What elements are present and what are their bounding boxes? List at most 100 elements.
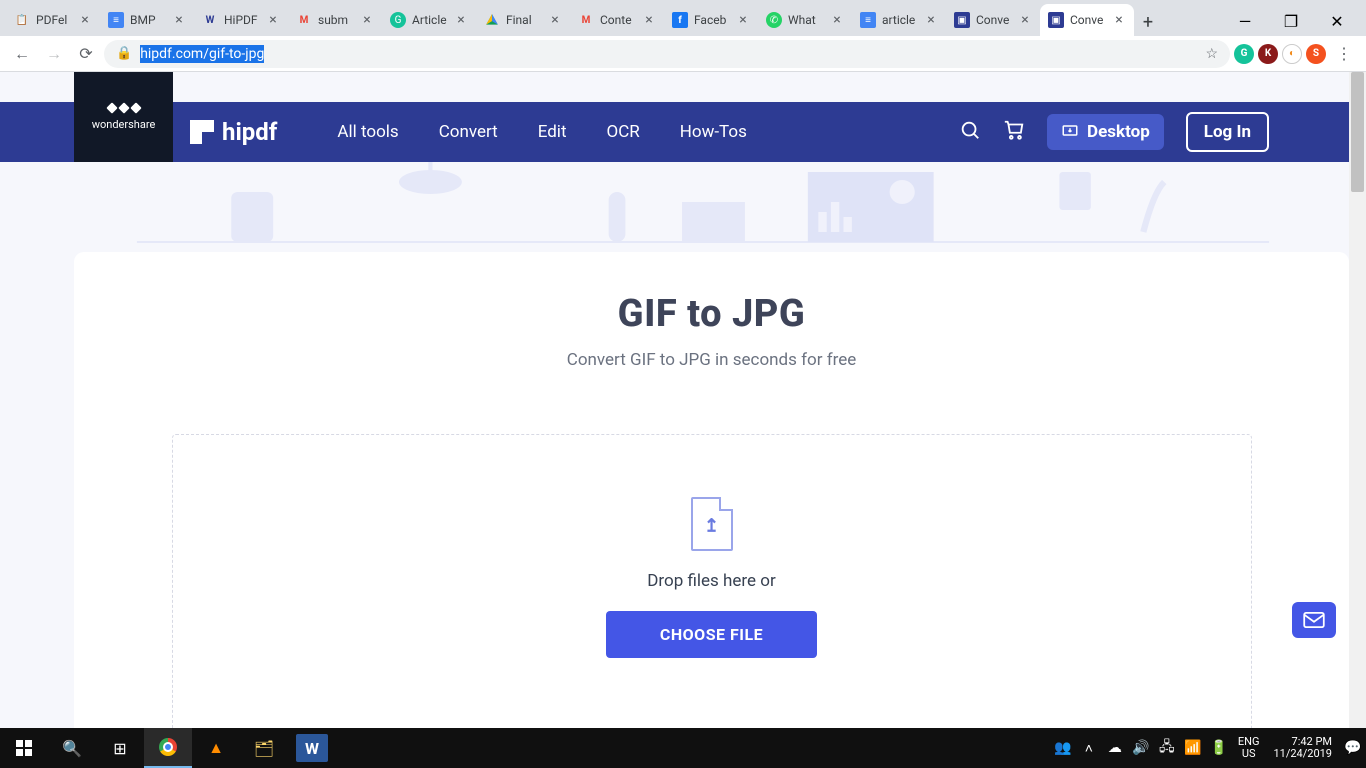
vertical-scrollbar[interactable]: [1349, 72, 1366, 728]
nav-all-tools[interactable]: All tools: [337, 122, 398, 142]
browser-tab[interactable]: Final ×: [476, 4, 570, 36]
system-tray: 👥 ˄ ☁ 🔊 🖧 📶 🔋 ENGUS 7:42 PM11/24/2019 💬: [1050, 728, 1366, 768]
browser-tab[interactable]: ▣Conve×: [946, 4, 1040, 36]
tab-label: Final: [506, 13, 542, 27]
mail-icon: [1303, 612, 1325, 628]
browser-tab[interactable]: WHiPDF×: [194, 4, 288, 36]
browser-tab[interactable]: 📋 PDFel ×: [6, 4, 100, 36]
choose-file-button[interactable]: CHOOSE FILE: [606, 611, 817, 658]
window-controls: — ❐ ✕: [1222, 6, 1360, 36]
close-icon[interactable]: ×: [1018, 13, 1032, 27]
favicon-icon: M: [296, 12, 312, 28]
page-subtitle: Convert GIF to JPG in seconds for free: [134, 350, 1289, 370]
star-icon[interactable]: ☆: [1205, 46, 1218, 62]
action-center-icon[interactable]: 💬: [1340, 728, 1366, 768]
browser-tab[interactable]: MConte×: [570, 4, 664, 36]
language-indicator[interactable]: ENGUS: [1232, 736, 1266, 760]
battery-icon[interactable]: 🔋: [1206, 728, 1232, 768]
nav-howtos[interactable]: How-Tos: [680, 122, 747, 142]
browser-tab[interactable]: fFaceb×: [664, 4, 758, 36]
back-button[interactable]: ←: [8, 40, 36, 68]
browser-tab[interactable]: ≡ BMP ×: [100, 4, 194, 36]
task-view-icon[interactable]: ⊞: [96, 728, 144, 768]
clock[interactable]: 7:42 PM11/24/2019: [1265, 736, 1340, 760]
brand-mark-icon: [190, 120, 214, 144]
onedrive-icon[interactable]: ☁: [1102, 728, 1128, 768]
extension-grammarly-icon[interactable]: G: [1234, 44, 1254, 64]
close-icon[interactable]: ×: [924, 13, 938, 27]
drop-text: Drop files here or: [647, 571, 775, 591]
tab-label: BMP: [130, 13, 166, 27]
tab-label: subm: [318, 13, 354, 27]
address-bar[interactable]: 🔒 hipdf.com/gif-to-jpg ☆: [104, 40, 1230, 68]
close-icon[interactable]: ×: [266, 13, 280, 27]
profile-avatar[interactable]: S: [1306, 44, 1326, 64]
wondershare-logo[interactable]: wondershare: [74, 72, 173, 162]
tab-label: Faceb: [694, 13, 730, 27]
browser-tab[interactable]: GArticle×: [382, 4, 476, 36]
tray-chevron-icon[interactable]: ˄: [1076, 728, 1102, 768]
browser-tab-active[interactable]: ▣Conve×: [1040, 4, 1134, 36]
brand-logo[interactable]: hipdf: [190, 118, 277, 146]
page-content: wondershare hipdf All tools Convert Edit…: [0, 72, 1349, 728]
browser-tab[interactable]: ✆ What ×: [758, 4, 852, 36]
feedback-button[interactable]: [1292, 602, 1336, 638]
close-icon[interactable]: ×: [360, 13, 374, 27]
browser-tab[interactable]: ≡article×: [852, 4, 946, 36]
extension-icon[interactable]: ◐: [1282, 44, 1302, 64]
close-window-button[interactable]: ✕: [1314, 6, 1360, 36]
tab-label: HiPDF: [224, 13, 260, 27]
close-icon[interactable]: ×: [642, 13, 656, 27]
minimize-button[interactable]: —: [1222, 6, 1268, 36]
url-text: hipdf.com/gif-to-jpg: [140, 46, 264, 62]
taskbar-search-icon[interactable]: 🔍: [48, 728, 96, 768]
tab-label: article: [882, 13, 918, 27]
new-tab-button[interactable]: +: [1134, 8, 1162, 36]
favicon-icon: M: [578, 12, 594, 28]
chrome-menu-button[interactable]: ⋮: [1330, 40, 1358, 68]
favicon-icon: ≡: [108, 12, 124, 28]
close-icon[interactable]: ×: [454, 13, 468, 27]
close-icon[interactable]: ×: [830, 13, 844, 27]
close-icon[interactable]: ×: [548, 13, 562, 27]
tab-label: Conve: [1070, 13, 1106, 27]
hero-illustration: [74, 162, 1332, 262]
site-nav: hipdf All tools Convert Edit OCR How-Tos…: [0, 102, 1349, 162]
favicon-icon: 📋: [14, 12, 30, 28]
close-icon[interactable]: ×: [1112, 13, 1126, 27]
favicon-icon: ✆: [766, 12, 782, 28]
converter-card: GIF to JPG Convert GIF to JPG in seconds…: [74, 252, 1349, 728]
nav-edit[interactable]: Edit: [538, 122, 567, 142]
tab-label: What: [788, 13, 824, 27]
reload-button[interactable]: ⟳: [72, 40, 100, 68]
desktop-label: Desktop: [1087, 122, 1150, 142]
nav-ocr[interactable]: OCR: [607, 122, 640, 142]
close-icon[interactable]: ×: [736, 13, 750, 27]
volume-icon[interactable]: 🔊: [1128, 728, 1154, 768]
nav-convert[interactable]: Convert: [439, 122, 498, 142]
extension-icon[interactable]: K: [1258, 44, 1278, 64]
taskbar-chrome-icon[interactable]: [144, 728, 192, 768]
taskbar-explorer-icon[interactable]: 🗂: [240, 728, 288, 768]
taskbar-vlc-icon[interactable]: ▲: [192, 728, 240, 768]
file-dropzone[interactable]: ↥ Drop files here or CHOOSE FILE: [172, 434, 1252, 728]
people-icon[interactable]: 👥: [1050, 728, 1076, 768]
forward-button[interactable]: →: [40, 40, 68, 68]
taskbar-word-icon[interactable]: W: [296, 734, 328, 762]
start-button[interactable]: [0, 728, 48, 768]
wifi-icon[interactable]: 📶: [1180, 728, 1206, 768]
cart-icon[interactable]: [1003, 119, 1025, 146]
favicon-icon: G: [390, 12, 406, 28]
maximize-button[interactable]: ❐: [1268, 6, 1314, 36]
search-icon[interactable]: [959, 119, 981, 146]
login-button[interactable]: Log In: [1186, 112, 1269, 152]
close-icon[interactable]: ×: [78, 13, 92, 27]
close-icon[interactable]: ×: [172, 13, 186, 27]
upload-file-icon: ↥: [691, 497, 733, 551]
scrollbar-thumb[interactable]: [1351, 72, 1364, 192]
desktop-button[interactable]: Desktop: [1047, 114, 1164, 150]
browser-tab[interactable]: Msubm ×: [288, 4, 382, 36]
network-icon[interactable]: 🖧: [1154, 728, 1180, 768]
tab-label: PDFel: [36, 13, 72, 27]
brand-text: hipdf: [222, 118, 277, 146]
